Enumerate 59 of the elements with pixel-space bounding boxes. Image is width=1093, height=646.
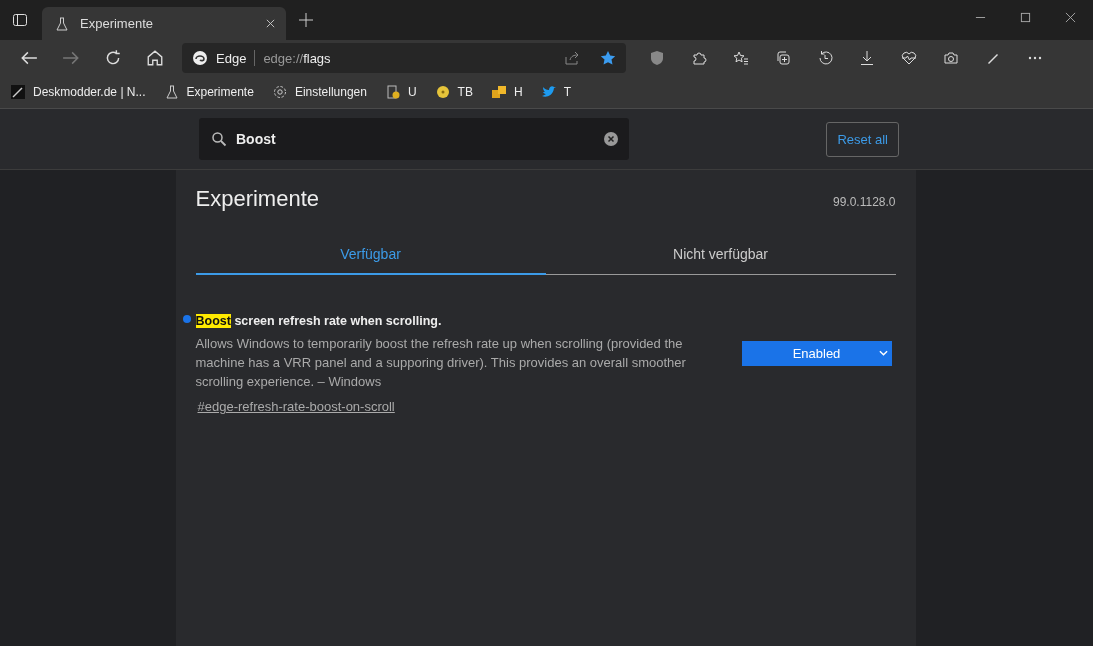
bookmark-label: TB: [457, 85, 473, 99]
search-field[interactable]: Boost: [199, 118, 629, 160]
close-icon[interactable]: [1065, 12, 1076, 23]
collections-icon[interactable]: [775, 50, 791, 66]
chevron-icon: [878, 349, 888, 356]
tab-actions-icon[interactable]: [12, 12, 28, 28]
download-icon[interactable]: [859, 50, 875, 66]
flag-link[interactable]: #edge-refresh-rate-boost-on-scroll: [197, 399, 395, 414]
back-icon[interactable]: [20, 49, 38, 67]
site-label: Edge: [216, 50, 247, 66]
flag-title: Boost screen refresh rate when scrolling.: [195, 314, 442, 328]
squares-icon: [490, 84, 507, 100]
bookmark-label: U: [407, 85, 417, 99]
camera-icon[interactable]: [943, 50, 959, 66]
flag-dropdown[interactable]: Enabled: [741, 340, 892, 366]
bookmark-label: H: [513, 85, 523, 99]
version-text: 99.0.1128.0: [833, 195, 896, 209]
bookmark-label: Experimente: [186, 85, 254, 99]
maximize-icon[interactable]: [1020, 12, 1031, 23]
browser-tab[interactable]: Experimente: [42, 7, 286, 40]
shield-icon[interactable]: [649, 50, 665, 66]
bookmark[interactable]: Einstellungen: [271, 84, 367, 100]
close-icon[interactable]: [265, 18, 276, 29]
coin-icon: [434, 84, 451, 100]
address-bar[interactable]: Edge edge://flags: [182, 43, 626, 73]
bookmark[interactable]: Experimente: [163, 84, 254, 100]
url-text: edge://flags: [263, 50, 331, 66]
flask-icon: [54, 15, 70, 32]
bookmark-label: Deskmodder.de | N...: [33, 85, 146, 99]
bookmark-label: Einstellungen: [294, 85, 367, 99]
refresh-icon[interactable]: [104, 49, 122, 67]
flask-icon: [163, 84, 180, 100]
home-icon[interactable]: [146, 49, 164, 67]
bird-icon: [540, 84, 557, 100]
history-icon[interactable]: [817, 50, 833, 66]
clipboard-icon: [384, 84, 401, 100]
bookmark[interactable]: T: [540, 84, 571, 100]
gear-icon: [271, 84, 288, 100]
pen-icon: [10, 84, 26, 100]
puzzle-icon[interactable]: [691, 50, 707, 66]
page-title: Experimente: [195, 186, 319, 212]
favorites-icon[interactable]: [733, 50, 749, 66]
search-icon: [211, 131, 227, 147]
bookmark[interactable]: Deskmodder.de | N...: [10, 84, 146, 100]
heartbeat-icon[interactable]: [901, 50, 917, 66]
bookmark[interactable]: TB: [434, 84, 473, 100]
new-tab-icon[interactable]: [298, 12, 314, 28]
forward-icon[interactable]: [62, 49, 80, 67]
bookmark[interactable]: U: [384, 84, 417, 100]
flag-description: Allows Windows to temporarily boost the refresh rate up when scrolling (provided the machine has a VRR panel and a supporing driver). This provides an overall smoother scrolling experience. – Windows: [195, 335, 687, 391]
reset-all-button[interactable]: Reset all: [826, 121, 899, 157]
bookmark[interactable]: H: [490, 84, 523, 100]
share-icon[interactable]: [564, 50, 580, 66]
clear-icon[interactable]: [603, 131, 619, 147]
tab[interactable]: Verfügbar: [195, 232, 546, 275]
star-icon[interactable]: [600, 50, 616, 66]
tab-title: Experimente: [80, 16, 154, 31]
bookmark-label: T: [563, 85, 571, 99]
tab[interactable]: Nicht verfügbar: [545, 232, 896, 275]
